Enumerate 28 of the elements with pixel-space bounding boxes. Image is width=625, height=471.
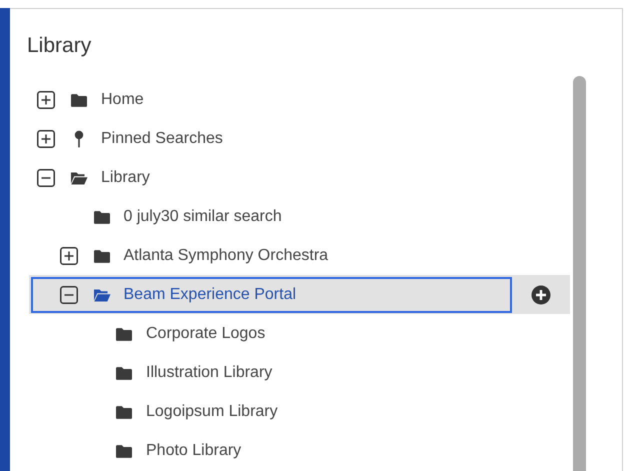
tree-item[interactable]: Home [29,80,570,119]
scrollbar[interactable] [573,76,586,471]
add-icon[interactable] [531,284,551,304]
tree-item-label: Home [101,90,144,108]
tree-item-label: Library [101,168,150,186]
tree-item-label: Beam Experience Portal [124,286,296,304]
tree-item-label: Pinned Searches [101,130,223,148]
tree-item[interactable]: Pinned Searches [29,119,570,158]
tree-item-label: 0 july30 similar search [124,208,282,226]
panel-title: Library [27,34,92,58]
tree-item[interactable]: Photo Library [29,431,570,470]
tree-item-label: Logoipsum Library [146,402,278,420]
collapse-toggle[interactable] [60,286,78,304]
tree-item[interactable]: Atlanta Symphony Orchestra [29,236,570,275]
tree-item[interactable]: Beam Experience Portal [29,275,570,314]
expand-toggle[interactable] [37,130,55,148]
tree-item[interactable]: Corporate Logos [29,314,570,353]
tree-item-label: Corporate Logos [146,324,266,342]
tree-item-label: Atlanta Symphony Orchestra [124,246,328,264]
expand-toggle[interactable] [37,90,55,108]
tree-item-label: Photo Library [146,442,242,460]
tree-item[interactable]: Logoipsum Library [29,392,570,431]
tree-item[interactable]: Illustration Library [29,353,570,392]
expand-toggle[interactable] [60,246,78,264]
tree-item[interactable]: 0 july30 similar search [29,197,570,236]
tree-item-label: Illustration Library [146,364,272,382]
tree-item[interactable]: Library [29,158,570,197]
collapse-toggle[interactable] [37,168,55,186]
